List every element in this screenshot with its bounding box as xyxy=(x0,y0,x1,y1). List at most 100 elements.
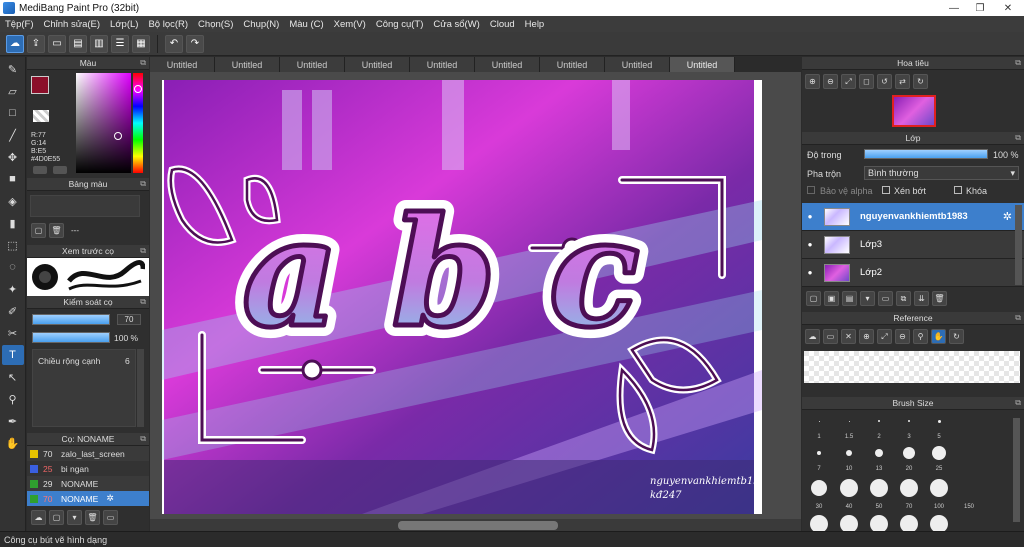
popout-icon[interactable]: ⧉ xyxy=(140,297,146,307)
cloud-icon[interactable]: ☁ xyxy=(6,34,24,53)
gradient-tool-icon[interactable]: ▮ xyxy=(2,213,24,233)
redo-icon[interactable]: ↷ xyxy=(186,34,204,53)
menu-help[interactable]: Help xyxy=(520,19,550,30)
add-layer-menu-icon[interactable]: ▾ xyxy=(860,291,875,306)
blend-mode-select[interactable]: Bình thường ▾ xyxy=(864,166,1019,180)
tab-untitled[interactable]: Untitled xyxy=(475,57,540,72)
bucket-tool-icon[interactable]: ◈ xyxy=(2,191,24,211)
new-layer-icon[interactable]: ▢ xyxy=(806,291,821,306)
undo-icon[interactable]: ↶ xyxy=(165,34,183,53)
primary-color-swatch[interactable] xyxy=(31,76,49,94)
text-tool-icon[interactable]: T xyxy=(1,345,24,365)
new-palette-icon[interactable]: ▢ xyxy=(31,223,46,238)
brush-size-label[interactable]: 150 xyxy=(954,499,984,515)
new-brush-icon[interactable]: ▢ xyxy=(49,510,64,525)
palette-list[interactable] xyxy=(30,195,140,217)
dropper-tool-icon[interactable]: ⚲ xyxy=(2,389,24,409)
layer-scrollbar[interactable] xyxy=(1015,205,1022,285)
line-tool-icon[interactable]: ╱ xyxy=(2,125,24,145)
navigator-thumbnail[interactable] xyxy=(892,95,936,127)
tab-untitled[interactable]: Untitled xyxy=(280,57,345,72)
actual-size-icon[interactable]: ◻ xyxy=(859,74,874,89)
brush-size-label[interactable]: 2 xyxy=(864,429,894,445)
brush-size-label[interactable]: 5 xyxy=(924,429,954,445)
brush-size-label[interactable]: 13 xyxy=(864,461,894,477)
brush-size-label[interactable]: 25 xyxy=(924,461,954,477)
popout-icon[interactable]: ⧉ xyxy=(1015,58,1021,68)
select-pen-tool-icon[interactable]: ✐ xyxy=(2,301,24,321)
brush-size-label[interactable]: 40 xyxy=(834,499,864,515)
menu-layer[interactable]: Lớp(L) xyxy=(105,19,143,30)
grid-icon[interactable]: ▦ xyxy=(132,34,150,53)
popout-icon[interactable]: ⧉ xyxy=(140,434,146,444)
flip-icon[interactable]: ⇄ xyxy=(895,74,910,89)
move-tool-icon[interactable]: ✥ xyxy=(2,147,24,167)
fit-icon[interactable]: ⤢ xyxy=(841,74,856,89)
popout-icon[interactable]: ⧉ xyxy=(140,179,146,189)
layer-row[interactable]: ● Lớp3 xyxy=(802,231,1024,259)
brush-tool-icon[interactable]: ✎ xyxy=(2,59,24,79)
brush-size-label[interactable]: 30 xyxy=(804,499,834,515)
menu-file[interactable]: Tệp(F) xyxy=(0,19,39,30)
delete-layer-icon[interactable]: 🗑 xyxy=(932,291,947,306)
gear-icon[interactable]: ✲ xyxy=(1003,210,1012,223)
cloud-reference-icon[interactable]: ☁ xyxy=(805,329,820,344)
folder-icon[interactable]: ▭ xyxy=(878,291,893,306)
menu-window[interactable]: Cửa sổ(W) xyxy=(428,19,484,30)
brush-list-item[interactable]: 29 NONAME xyxy=(27,476,149,491)
brush-size-value[interactable]: 70 xyxy=(117,314,141,325)
transparent-swatch[interactable] xyxy=(33,110,49,122)
delete-brush-icon[interactable]: 🗑 xyxy=(85,510,100,525)
saturation-value-picker[interactable] xyxy=(76,73,131,173)
comment-icon[interactable]: ▤ xyxy=(69,34,87,53)
tab-untitled[interactable]: Untitled xyxy=(150,57,215,72)
menu-select[interactable]: Chọn(S) xyxy=(193,19,238,30)
brush-size-label[interactable]: 7 xyxy=(804,461,834,477)
select-eraser-tool-icon[interactable]: ✂ xyxy=(2,323,24,343)
close-reference-icon[interactable]: ✕ xyxy=(841,329,856,344)
lock-checkbox[interactable] xyxy=(954,186,962,194)
brush-size-label[interactable]: 20 xyxy=(894,461,924,477)
menu-tools[interactable]: Công cụ(T) xyxy=(371,19,429,30)
brush-size-label[interactable]: 3 xyxy=(894,429,924,445)
tab-untitled[interactable]: Untitled xyxy=(605,57,670,72)
horizontal-scroll-thumb[interactable] xyxy=(398,521,558,530)
edge-width-value[interactable]: 6 xyxy=(125,356,130,366)
lasso-tool-icon[interactable]: ◌ xyxy=(2,257,24,277)
merge-down-icon[interactable]: ⇊ xyxy=(914,291,929,306)
eye-icon[interactable]: ● xyxy=(802,268,818,277)
rotate-right-icon[interactable]: ↻ xyxy=(913,74,928,89)
duplicate-layer-icon[interactable]: ⧉ xyxy=(896,291,911,306)
menu-cloud[interactable]: Cloud xyxy=(485,19,520,30)
operation-tool-icon[interactable]: ↖ xyxy=(2,367,24,387)
new-layer-1bit-icon[interactable]: ▤ xyxy=(842,291,857,306)
zoom-in-icon[interactable]: ⊕ xyxy=(859,329,874,344)
brush-size-scrollbar[interactable] xyxy=(1013,418,1020,522)
delete-palette-icon[interactable]: 🗑 xyxy=(49,223,64,238)
tab-untitled[interactable]: Untitled xyxy=(540,57,605,72)
rotate-icon[interactable]: ↻ xyxy=(949,329,964,344)
brush-size-label[interactable]: 1.5 xyxy=(834,429,864,445)
canvas-page[interactable]: a b c a b c nguyenvankhiemtb1983 kđ247 xyxy=(162,80,772,514)
protect-alpha-checkbox[interactable] xyxy=(807,186,815,194)
brush-size-label[interactable]: 10 xyxy=(834,461,864,477)
list-icon[interactable]: ☰ xyxy=(111,34,129,53)
menu-view[interactable]: Xem(V) xyxy=(329,19,371,30)
folder-icon[interactable]: ▭ xyxy=(103,510,118,525)
zoom-in-icon[interactable]: ⊕ xyxy=(805,74,820,89)
close-icon[interactable]: ✕ xyxy=(994,0,1022,16)
color-swap-button[interactable] xyxy=(53,166,67,174)
layer-row-selected[interactable]: ● nguyenvankhiemtb1983 ✲ xyxy=(802,203,1024,231)
minimize-icon[interactable]: — xyxy=(940,0,968,16)
cloud-brush-icon[interactable]: ☁ xyxy=(31,510,46,525)
fit-icon[interactable]: ⤢ xyxy=(877,329,892,344)
new-layer-8bit-icon[interactable]: ▣ xyxy=(824,291,839,306)
popout-icon[interactable]: ⧉ xyxy=(140,246,146,256)
menu-filter[interactable]: Bộ lọc(R) xyxy=(143,19,193,30)
menu-color[interactable]: Màu (C) xyxy=(284,19,328,30)
popout-icon[interactable]: ⧉ xyxy=(1015,398,1021,408)
brush-size-label[interactable]: 50 xyxy=(864,499,894,515)
clip-checkbox[interactable] xyxy=(882,186,890,194)
restore-icon[interactable]: ❐ xyxy=(966,0,994,16)
menu-edit[interactable]: Chỉnh sửa(E) xyxy=(39,19,106,30)
